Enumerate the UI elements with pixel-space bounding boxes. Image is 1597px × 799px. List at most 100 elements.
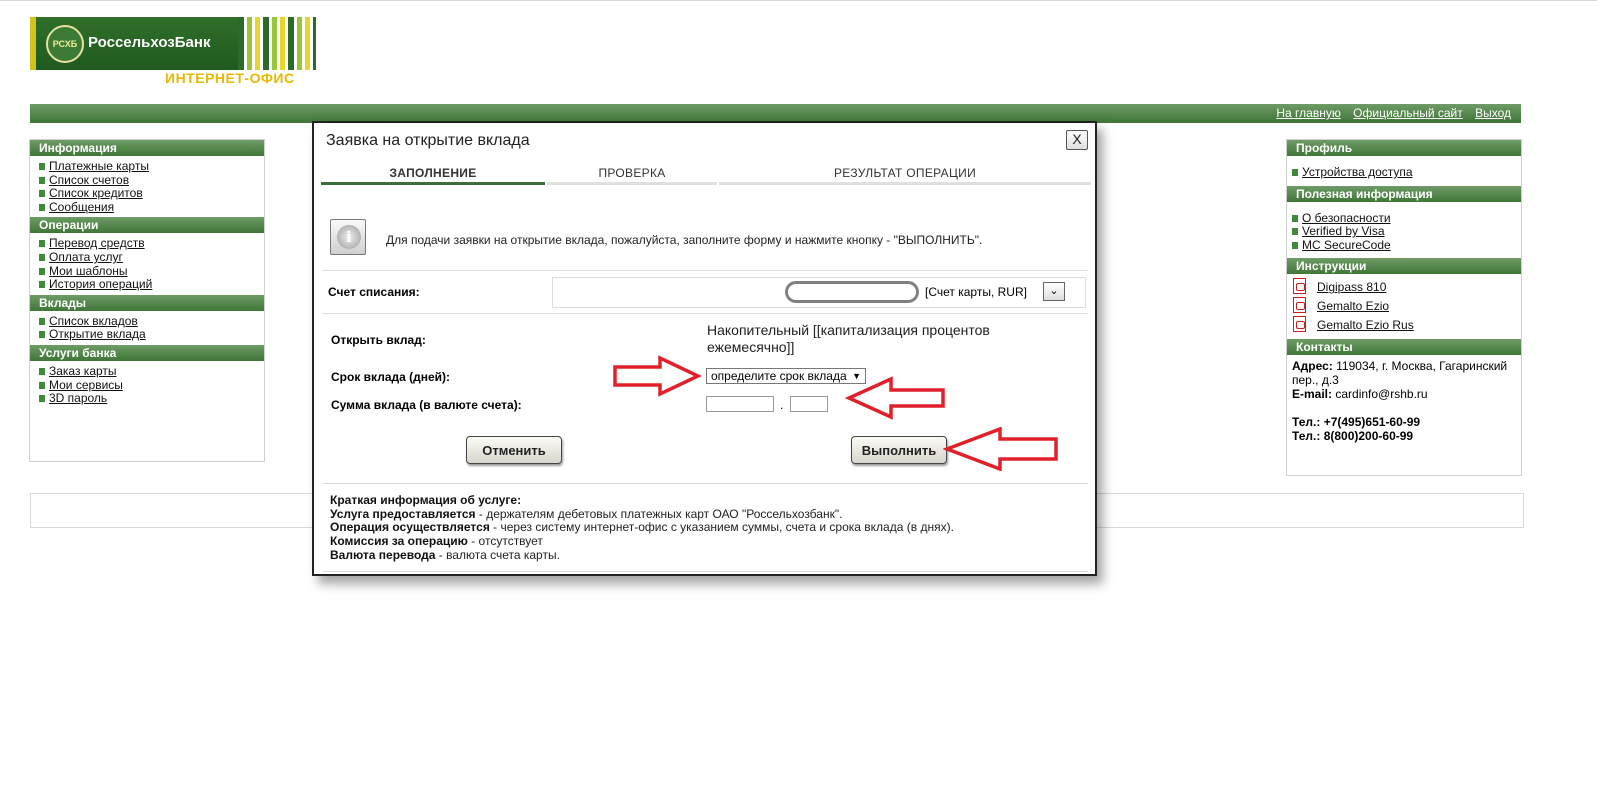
left-sidebar: Информация Платежные карты Список счетов… — [29, 139, 265, 462]
menu-link[interactable]: Устройства доступа — [1302, 165, 1413, 179]
menu-link[interactable]: Платежные карты — [49, 159, 149, 173]
menu-item-cards[interactable]: Платежные карты — [39, 159, 264, 174]
brief-value: - через систему интернет-офис с указание… — [489, 520, 954, 535]
menu-link[interactable]: История операций — [49, 277, 152, 291]
instruction-gemalto-rus[interactable]: Gemalto Ezio Rus — [1292, 316, 1521, 335]
menu-link[interactable]: Список счетов — [49, 173, 129, 187]
execute-button[interactable]: Выполнить — [851, 436, 947, 464]
contacts-block: Адрес: 119034, г. Москва, Гагаринский пе… — [1287, 355, 1521, 449]
open-deposit-label: Открыть вклад: — [331, 333, 426, 347]
operations-menu: Перевод средств Оплата услуг Мои шаблоны… — [30, 233, 264, 294]
useful-info-menu: О безопасности Verified by Visa MC Secur… — [1287, 202, 1521, 259]
menu-link[interactable]: Оплата услуг — [49, 250, 123, 264]
menu-link[interactable]: MC SecureCode — [1302, 238, 1391, 252]
contacts-section-header: Контакты — [1287, 339, 1521, 356]
menu-item-open-deposit[interactable]: Открытие вклада — [39, 328, 264, 342]
cancel-button[interactable]: Отменить — [466, 436, 562, 464]
phone-value: 8(800)200-60-99 — [1320, 429, 1414, 444]
dialog-title: Заявка на открытие вклада — [326, 132, 530, 149]
menu-link[interactable]: Verified by Visa — [1302, 224, 1385, 238]
step-label: ЗАПОЛНЕНИЕ — [389, 166, 477, 180]
operations-section-header: Операции — [30, 217, 264, 234]
right-sidebar: Профиль Устройства доступа Полезная инфо… — [1286, 139, 1522, 476]
menu-link[interactable]: Заказ карты — [49, 364, 117, 378]
menu-item-access-devices[interactable]: Устройства доступа — [1292, 165, 1521, 180]
debit-account-select[interactable]: [Счет карты, RUR] ⌄ — [552, 277, 1086, 308]
menu-item-deposit-list[interactable]: Список вкладов — [39, 314, 264, 329]
official-site-link[interactable]: Официальный сайт — [1353, 106, 1463, 120]
phone-value: +7(495)651-60-99 — [1320, 415, 1421, 430]
home-link[interactable]: На главную — [1276, 106, 1340, 120]
instruction-digipass[interactable]: Digipass 810 — [1292, 278, 1521, 297]
pdf-icon — [1293, 316, 1306, 333]
menu-link[interactable]: 3D пароль — [49, 391, 107, 405]
address-label: Адрес: — [1292, 359, 1333, 374]
menu-link[interactable]: Список кредитов — [49, 186, 143, 200]
menu-item-messages[interactable]: Сообщения — [39, 200, 264, 215]
menu-link[interactable]: Список вкладов — [49, 314, 138, 328]
bank-logo[interactable]: РСХБ РоссельхозБанк ИНТЕРНЕТ-ОФИС — [30, 17, 330, 87]
logo-stripes — [238, 17, 316, 70]
bank-emblem-icon: РСХБ — [46, 25, 84, 63]
menu-item-verified-visa[interactable]: Verified by Visa — [1292, 224, 1521, 239]
menu-item-credits[interactable]: Список кредитов — [39, 186, 264, 201]
profile-menu: Устройства доступа — [1287, 156, 1521, 186]
wizard-steps: ЗАПОЛНЕНИЕ ПРОВЕРКА РЕЗУЛЬТАТ ОПЕРАЦИИ — [321, 163, 1091, 187]
bank-name: РоссельхозБанк — [88, 34, 211, 51]
logout-link[interactable]: Выход — [1475, 106, 1511, 120]
debit-account-label: Счет списания: — [328, 285, 420, 299]
deposits-section-header: Вклады — [30, 294, 264, 311]
brief-title: Краткая информация об услуге: — [330, 493, 522, 507]
menu-item-payment[interactable]: Оплата услуг — [39, 250, 264, 265]
menu-item-mc-securecode[interactable]: MC SecureCode — [1292, 238, 1521, 253]
brief-value: - держателям дебетовых платежных карт ОА… — [475, 506, 843, 521]
annotation-arrow-left-icon — [943, 427, 1058, 471]
menu-link[interactable]: Мои сервисы — [49, 378, 123, 392]
contact-phone-2: Тел.: 8(800)200-60-99 — [1292, 429, 1515, 443]
instruction-link[interactable]: Gemalto Ezio Rus — [1317, 318, 1414, 332]
menu-link[interactable]: Перевод средств — [49, 236, 145, 251]
term-select-value: определите срок вклада — [711, 369, 847, 383]
top-border — [0, 0, 1597, 1]
amount-label: Сумма вклада (в валюте счета): — [331, 398, 522, 412]
menu-link[interactable]: Открытие вклада — [49, 327, 146, 342]
menu-item-security[interactable]: О безопасности — [1292, 211, 1521, 226]
menu-link[interactable]: Сообщения — [49, 200, 114, 214]
amount-integer-input[interactable] — [706, 396, 774, 412]
instruction-link[interactable]: Digipass 810 — [1317, 280, 1386, 294]
instructions-list: Digipass 810 Gemalto Ezio Gemalto Ezio R… — [1287, 274, 1521, 339]
divider — [322, 483, 1088, 484]
term-select[interactable]: определите срок вклада ▼ — [706, 368, 866, 384]
account-number-redaction — [785, 281, 919, 303]
info-icon: i — [330, 219, 366, 255]
deposit-product-name: Накопительный [[капитализация процентов … — [707, 322, 990, 355]
menu-item-transfer[interactable]: Перевод средств — [39, 237, 264, 251]
account-type: [Счет карты, RUR] — [925, 285, 1027, 299]
contact-email: E-mail: cardinfo@rshb.ru — [1292, 387, 1515, 401]
close-icon[interactable]: X — [1066, 130, 1088, 150]
chevron-down-icon[interactable]: ⌄ — [1043, 282, 1065, 301]
brief-value: - валюта счета карты. — [435, 547, 560, 562]
instruction-gemalto[interactable]: Gemalto Ezio — [1292, 297, 1521, 316]
step-label: РЕЗУЛЬТАТ ОПЕРАЦИИ — [834, 166, 976, 180]
brief-key: Услуга предоставляется — [330, 506, 476, 521]
brief-key: Комиссия за операцию — [330, 534, 468, 549]
step-check: ПРОВЕРКА — [547, 163, 717, 185]
services-section-header: Услуги банка — [30, 344, 264, 361]
email-label: E-mail: — [1292, 387, 1333, 402]
info-message: Для подачи заявки на открытие вклада, по… — [386, 233, 983, 247]
email-value: cardinfo@rshb.ru — [1332, 387, 1428, 402]
instruction-link[interactable]: Gemalto Ezio — [1317, 299, 1389, 313]
amount-fraction-input[interactable] — [790, 396, 828, 412]
menu-link[interactable]: Мои шаблоны — [49, 264, 128, 278]
menu-item-history[interactable]: История операций — [39, 277, 264, 292]
menu-item-order-card[interactable]: Заказ карты — [39, 364, 264, 379]
instructions-section-header: Инструкции — [1287, 258, 1521, 275]
menu-link[interactable]: О безопасности — [1302, 211, 1391, 225]
menu-item-3d-password[interactable]: 3D пароль — [39, 391, 264, 406]
phone-label: Тел.: — [1292, 415, 1321, 430]
menu-item-accounts[interactable]: Список счетов — [39, 173, 264, 188]
annotation-arrow-right-icon — [613, 355, 702, 397]
menu-item-templates[interactable]: Мои шаблоны — [39, 264, 264, 279]
menu-item-my-services[interactable]: Мои сервисы — [39, 378, 264, 393]
